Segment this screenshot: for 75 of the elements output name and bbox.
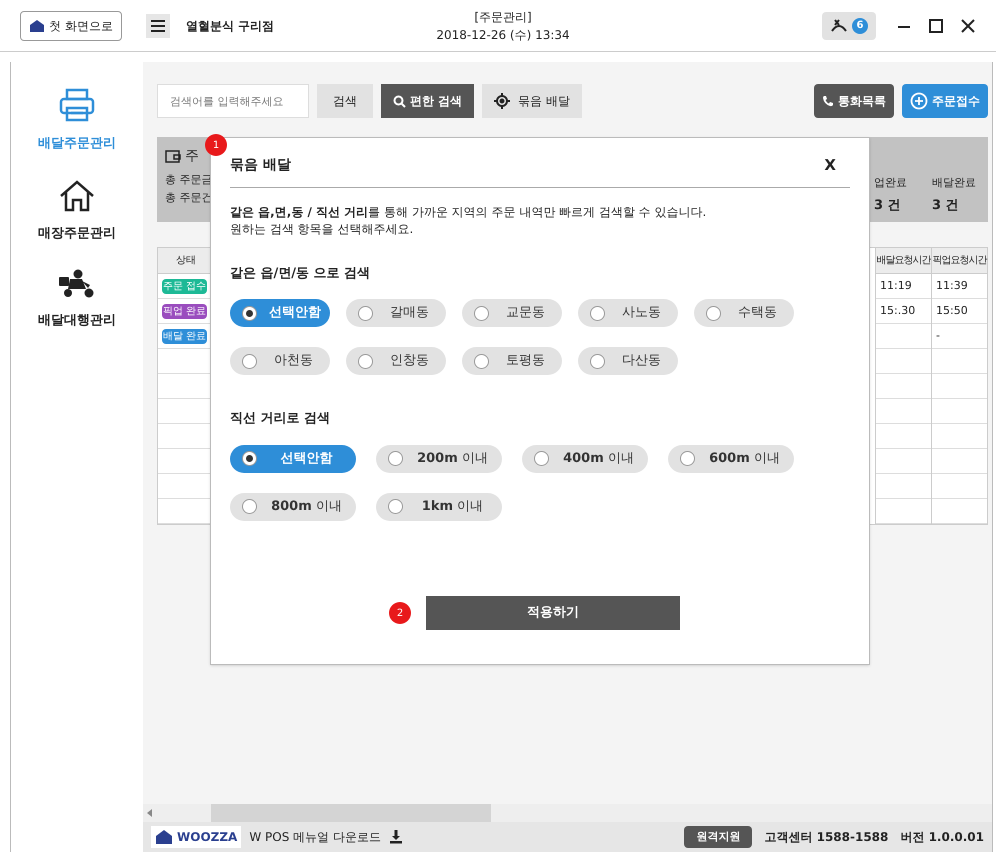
table-cell-text: 11:19 [880,278,912,294]
radio-option[interactable]: 교문동 [462,299,562,327]
apply-button[interactable]: 적용하기 [426,596,680,630]
search-field[interactable]: 검색어를 입력해주세요 [157,84,309,118]
logo-icon [155,829,173,845]
step-badge: 2 [389,602,411,624]
logo-text: WOOZZA [177,829,238,846]
manual-download-link[interactable]: W POS 메뉴얼 다운로드 [249,828,403,846]
sidebar-item[interactable]: 배달주문관리 [38,88,116,154]
summary-title: 주 [185,146,199,166]
store-name: 열혈분식 구리점 [186,18,274,34]
radio-option[interactable]: 갈매동 [346,299,446,327]
stat-value: 3 건 [874,196,902,214]
radio-option[interactable]: 400m 이내 [522,444,648,472]
easy-search-button[interactable]: 편한 검색 [381,84,474,118]
sidebar-item[interactable]: 배달대행관리 [38,269,116,330]
close-button[interactable]: X [824,154,836,176]
house-icon [59,180,95,212]
search-icon [393,94,406,108]
sidebar-item[interactable]: 매장주문관리 [38,180,116,243]
scroll-left-icon[interactable] [147,809,152,817]
support-phone: 고객센터 1588-1588 [764,829,888,846]
stat-label: 배달완료 [932,175,977,191]
bundle-delivery-button[interactable]: 묶음 배달 [482,84,582,118]
home-button[interactable]: 첫 화면으로 [20,10,122,40]
radio-option[interactable]: 수택동 [694,299,794,327]
call-button[interactable]: 6 [822,12,876,40]
status-badge: 픽업 완료 [162,304,208,318]
table-cell-text: 15:50 [936,302,968,319]
dialog-title: 묶음 배달 [230,156,291,175]
stat-value: 3 건 [932,196,960,214]
radio-option[interactable]: 인창동 [346,347,446,375]
column-header: 배달요청시간 [876,248,931,274]
status-badge: 주문 접수 [162,278,208,294]
stat-label: 업완료 [874,175,908,191]
target-icon [494,93,510,109]
scooter-rider-icon [58,269,96,299]
page-title: [주문관리] [474,8,532,26]
new-order-button[interactable]: 주문접수 [902,84,988,118]
radio-option[interactable]: 1km 이내 [376,492,502,520]
radio-option[interactable]: 선택안함 [230,444,356,472]
description-text: 원하는 검색 항목을 선택해주세요. [230,220,414,238]
printer-icon [59,88,95,122]
download-icon [388,830,403,844]
radio-option[interactable]: 600m 이내 [668,444,794,472]
menu-icon[interactable] [146,14,170,38]
maximize-icon[interactable] [928,18,944,34]
radio-option[interactable]: 토평동 [462,347,562,375]
phone-icon [830,18,848,34]
plus-circle-icon [910,92,928,110]
logo-icon [29,18,45,32]
radio-option[interactable]: 선택안함 [230,299,330,327]
version-text: 버전 1.0.0.01 [900,829,984,846]
radio-option[interactable]: 아천동 [230,347,330,375]
phone-icon [822,95,834,107]
radio-option[interactable]: 다산동 [578,347,678,375]
wallet-icon [165,149,181,163]
date-time: 2018-12-26 (수) 13:34 [436,26,570,44]
remote-support-button[interactable]: 원격지원 [684,826,752,848]
close-icon[interactable] [960,18,976,34]
radio-option[interactable]: 200m 이내 [376,444,502,472]
section-title: 직선 거리로 검색 [230,410,332,428]
radio-option[interactable]: 사노동 [578,299,678,327]
table-cell-text: - [936,328,940,344]
horizontal-scrollbar[interactable] [143,804,992,822]
call-log-button[interactable]: 통화목록 [814,84,894,118]
search-button[interactable]: 검색 [317,84,373,118]
radio-option[interactable]: 800m 이내 [230,492,356,520]
table-cell-text: 11:39 [936,278,968,294]
status-badge: 배달 완료 [162,328,208,344]
section-title: 같은 읍/면/동 으로 검색 [230,264,372,282]
table-cell-text: 15:.30 [880,302,916,319]
column-header: 픽업요청시간 [932,248,987,274]
call-count-badge: 6 [852,18,868,34]
description-text: 같은 읍,면,동 / 직선 거리를 통해 가까운 지역의 주문 내역만 빠르게 검색할 수 있습니다. [230,204,708,220]
